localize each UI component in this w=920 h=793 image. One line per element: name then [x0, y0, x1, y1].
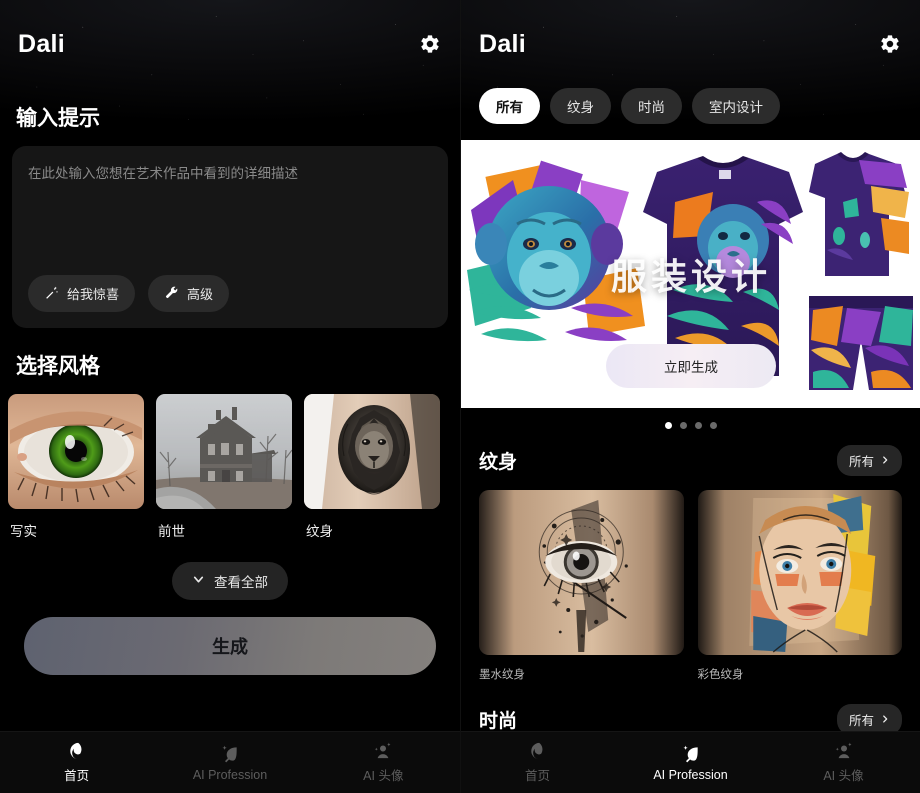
dual-screenshot-container: Dali 输入提示 在此处输入您想在艺术作品中看到的详细描述 给我惊喜 高级 选… — [0, 0, 920, 793]
nav-item-ai-avatar[interactable]: AI 头像 — [767, 741, 920, 784]
home-screen: Dali 输入提示 在此处输入您想在艺术作品中看到的详细描述 给我惊喜 高级 选… — [0, 0, 460, 793]
nav-label: AI 头像 — [823, 769, 864, 783]
carousel-dot[interactable] — [679, 422, 687, 429]
section-header-tattoo: 纹身 所有 — [461, 433, 920, 490]
view-all-container: 查看全部 — [0, 562, 460, 600]
tattoo-card-grid: 墨水纹身 彩色纹身 — [461, 490, 920, 682]
tab-all[interactable]: 所有 — [479, 88, 540, 124]
category-tabs: 所有 纹身 时尚 室内设计 — [461, 88, 920, 140]
section-see-all-label: 所有 — [848, 455, 874, 469]
styles-section-title: 选择风格 — [16, 355, 100, 378]
tattoo-thumbnail-blackwork-eye — [479, 490, 684, 655]
advanced-button[interactable]: 高级 — [148, 275, 230, 312]
tattoo-caption: 彩色纹身 — [697, 669, 744, 681]
prompt-card: 在此处输入您想在艺术作品中看到的详细描述 给我惊喜 高级 — [12, 146, 448, 328]
surprise-me-label: 给我惊喜 — [67, 287, 120, 302]
section-title: 时尚 — [479, 711, 518, 732]
moon-swirl-icon — [67, 741, 87, 761]
chevron-down-icon — [192, 573, 205, 589]
prompt-input[interactable]: 在此处输入您想在艺术作品中看到的详细描述 — [28, 164, 432, 184]
advanced-label: 高级 — [187, 287, 214, 302]
carousel-dot[interactable] — [709, 422, 717, 429]
nav-item-ai-profession[interactable]: AI Profession — [153, 744, 306, 782]
chevron-right-icon — [880, 713, 890, 727]
person-sparkle-icon — [373, 741, 393, 761]
ai-profession-screen: Dali 所有 纹身 时尚 室内设计 服装设计 立即生成 纹身 所有 墨水纹身 … — [460, 0, 920, 793]
tattoo-thumbnail-colorful-portrait — [697, 490, 902, 655]
style-card-past-life[interactable]: 前世 — [156, 394, 292, 540]
style-card-list: 写实 前世 纹身 — [0, 394, 460, 540]
nav-item-ai-profession[interactable]: AI Profession — [614, 744, 767, 782]
wrench-icon — [164, 285, 179, 303]
magic-wand-icon — [44, 285, 59, 303]
surprise-me-button[interactable]: 给我惊喜 — [28, 275, 136, 312]
style-label: 纹身 — [306, 524, 333, 539]
nav-label: AI Profession — [192, 767, 268, 782]
view-all-label: 查看全部 — [214, 575, 268, 590]
section-title: 纹身 — [479, 452, 518, 473]
nav-label: AI Profession — [653, 767, 728, 782]
bottom-navigation-right: 首页 AI Profession AI 头像 — [461, 731, 920, 793]
leaf-sparkle-icon — [220, 744, 240, 764]
chevron-right-icon — [880, 454, 890, 468]
tattoo-card-ink[interactable]: 墨水纹身 — [479, 490, 684, 682]
app-title: Dali — [18, 29, 66, 58]
moon-swirl-icon — [528, 741, 548, 761]
prompt-section-title: 输入提示 — [16, 107, 100, 130]
app-header: Dali — [461, 0, 920, 88]
nav-label: 首页 — [524, 769, 550, 783]
generate-container: 生成 — [0, 617, 460, 675]
tattoo-card-color[interactable]: 彩色纹身 — [697, 490, 902, 682]
prompt-actions: 给我惊喜 高级 — [28, 275, 432, 312]
section-see-all-label: 所有 — [848, 714, 874, 728]
carousel-dot[interactable] — [664, 422, 672, 429]
tab-tattoo[interactable]: 纹身 — [550, 88, 611, 124]
style-label: 写实 — [10, 524, 37, 539]
tattoo-caption: 墨水纹身 — [479, 669, 525, 681]
view-all-styles-button[interactable]: 查看全部 — [172, 562, 288, 600]
app-header: Dali — [0, 0, 460, 88]
style-thumbnail-lion-tattoo — [304, 394, 440, 509]
nav-item-home[interactable]: 首页 — [461, 741, 614, 784]
style-card-tattoo[interactable]: 纹身 — [304, 394, 440, 540]
gear-icon[interactable] — [876, 31, 902, 57]
section-see-all-button-tattoo[interactable]: 所有 — [836, 445, 902, 476]
bottom-navigation-left: 首页 AI Profession AI 头像 — [0, 731, 460, 793]
style-thumbnail-green-eye — [8, 394, 144, 509]
tab-fashion[interactable]: 时尚 — [621, 88, 682, 124]
tab-interior-design[interactable]: 室内设计 — [692, 88, 780, 124]
leaf-sparkle-icon — [681, 744, 701, 764]
styles-section-header: 选择风格 — [0, 328, 460, 394]
hero-banner[interactable]: 服装设计 立即生成 — [461, 140, 920, 408]
style-card-realistic[interactable]: 写实 — [8, 394, 144, 540]
nav-label: AI 头像 — [363, 769, 404, 783]
nav-item-home[interactable]: 首页 — [0, 741, 153, 784]
carousel-dots — [461, 408, 920, 433]
person-sparkle-icon — [834, 741, 854, 761]
generate-button[interactable]: 生成 — [24, 617, 436, 675]
style-thumbnail-foggy-house — [156, 394, 292, 509]
app-title: Dali — [479, 29, 527, 58]
nav-label: 首页 — [64, 769, 90, 783]
carousel-dot[interactable] — [694, 422, 702, 429]
style-label: 前世 — [158, 524, 185, 539]
prompt-section-header: 输入提示 — [12, 88, 448, 146]
hero-generate-now-button[interactable]: 立即生成 — [606, 344, 776, 388]
gear-icon[interactable] — [416, 31, 442, 57]
prompt-section: 输入提示 在此处输入您想在艺术作品中看到的详细描述 给我惊喜 高级 — [0, 88, 460, 328]
nav-item-ai-avatar[interactable]: AI 头像 — [307, 741, 460, 784]
